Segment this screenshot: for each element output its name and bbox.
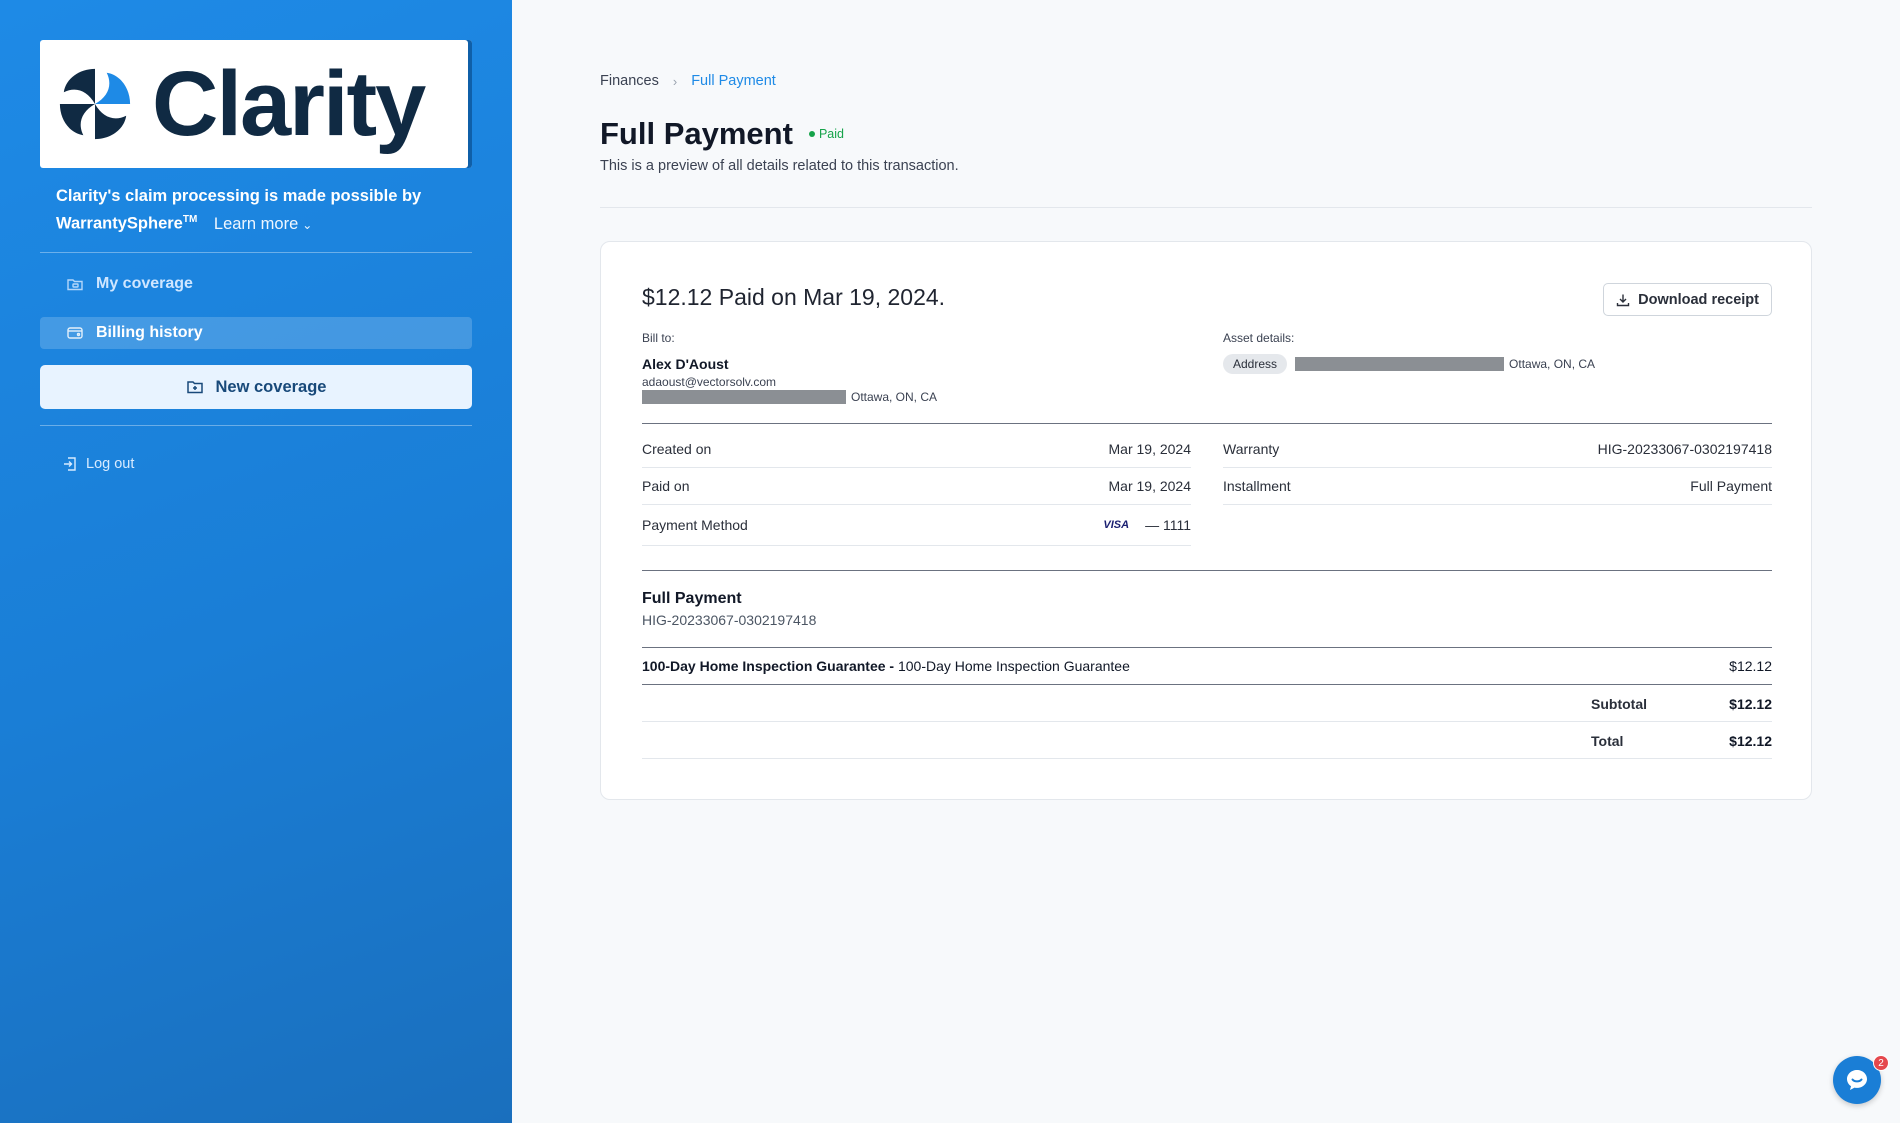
sidebar-item-label: My coverage [96, 275, 193, 292]
visa-card-icon: VISA [1103, 519, 1130, 531]
item-title: Full Payment [642, 590, 742, 607]
asset-details: Address Ottawa, ON, CA [1223, 354, 1595, 374]
sidebar-item-my-coverage[interactable]: My coverage [40, 268, 472, 300]
bill-to-address: Ottawa, ON, CA [642, 390, 937, 404]
logout-icon [64, 457, 76, 471]
bill-to-name: Alex D'Aoust [642, 356, 729, 372]
line-item-detail: 100-Day Home Inspection Guarantee [897, 657, 1130, 674]
detail-value: Mar 19, 2024 [1108, 478, 1192, 494]
page-subtitle: This is a preview of all details related… [600, 158, 959, 174]
bill-to-label: Bill to: [642, 331, 675, 345]
chevron-down-icon: ⌄ [302, 217, 313, 232]
total-label: Total [1591, 733, 1624, 749]
new-coverage-button[interactable]: New coverage [40, 365, 472, 409]
chevron-right-icon: › [672, 73, 678, 89]
brand-logo[interactable]: Clarity [40, 40, 472, 168]
asset-city: Ottawa, ON, CA [1509, 357, 1596, 371]
redacted-asset-address [1295, 357, 1505, 371]
detail-label: Payment Method [642, 517, 748, 533]
line-item-amount: $12.12 [1729, 657, 1772, 674]
line-item-description: 100-Day Home Inspection Guarantee - 100-… [642, 658, 1130, 674]
detail-value: Mar 19, 2024 [1108, 441, 1192, 457]
sidebar-item-label: Billing history [96, 324, 203, 341]
asset-details-label: Asset details: [1223, 331, 1295, 345]
detail-value: HIG-20233067-0302197418 [1597, 441, 1772, 457]
pinwheel-logo-icon [59, 68, 131, 140]
receipt-card: $12.12 Paid on Mar 19, 2024. Download re… [600, 241, 1812, 800]
download-receipt-button[interactable]: Download receipt [1603, 283, 1772, 316]
notification-badge: 2 [1873, 1055, 1889, 1071]
sidebar-divider [40, 252, 472, 253]
status-dot-icon [808, 131, 815, 137]
subtotal-label: Subtotal [1591, 696, 1647, 712]
line-item: 100-Day Home Inspection Guarantee - 100-… [642, 647, 1772, 684]
sponsor-tagline: Clarity's claim processing is made possi… [56, 184, 456, 237]
learn-more-link[interactable]: Learn more ⌄ [214, 215, 312, 233]
detail-warranty: Warranty HIG-20233067-0302197418 [1223, 431, 1772, 468]
subtotal-row: Subtotal $12.12 [642, 685, 1772, 722]
bill-to-city: Ottawa, ON, CA [851, 390, 938, 404]
status-badge: Paid [808, 127, 844, 141]
download-icon [1616, 294, 1630, 306]
detail-paid-on: Paid on Mar 19, 2024 [642, 468, 1191, 505]
receipt-headline: $12.12 Paid on Mar 19, 2024. [642, 284, 946, 310]
redacted-street [642, 390, 846, 404]
status-label: Paid [818, 127, 844, 141]
line-item-name: 100-Day Home Inspection Guarantee - [642, 657, 895, 674]
asset-type-chip: Address [1223, 354, 1288, 374]
chat-icon [1847, 1070, 1867, 1090]
folder-plus-icon [186, 381, 203, 394]
download-receipt-label: Download receipt [1638, 291, 1759, 308]
items-divider [642, 570, 1772, 571]
subtotal-value: $12.12 [1729, 696, 1772, 712]
total-value: $12.12 [1729, 733, 1772, 749]
detail-label: Installment [1223, 478, 1291, 494]
details-divider [642, 423, 1772, 424]
logout-link[interactable]: Log out [62, 456, 134, 472]
sidebar-item-billing-history[interactable]: Billing history [40, 317, 472, 349]
detail-label: Paid on [642, 478, 690, 494]
new-coverage-label: New coverage [215, 377, 327, 396]
breadcrumb-current[interactable]: Full Payment [691, 73, 776, 89]
header-divider [600, 207, 1812, 208]
detail-label: Created on [642, 441, 712, 457]
breadcrumb-finances[interactable]: Finances [600, 73, 659, 89]
total-row: Total $12.12 [642, 722, 1772, 759]
sidebar: Clarity Clarity's claim processing is ma… [0, 0, 512, 1123]
detail-label: Warranty [1223, 441, 1280, 457]
card-last4: — 1111 [1145, 517, 1191, 533]
learn-more-label: Learn more [213, 214, 299, 233]
payment-method-value: VISA — 1111 [1097, 517, 1191, 533]
folder-icon [67, 279, 83, 291]
detail-created-on: Created on Mar 19, 2024 [642, 431, 1191, 468]
logo-wordmark: Clarity [152, 53, 426, 155]
breadcrumb: Finances › Full Payment [600, 73, 776, 89]
detail-payment-method: Payment Method VISA — 1111 [642, 505, 1191, 546]
page-title: Full Payment Paid [600, 116, 844, 152]
wallet-icon [67, 327, 83, 339]
item-reference: HIG-20233067-0302197418 [642, 612, 817, 628]
trademark-mark: TM [182, 214, 198, 225]
sidebar-divider [40, 425, 472, 426]
logout-label: Log out [86, 456, 135, 472]
detail-value: Full Payment [1690, 478, 1772, 494]
bill-to-email: adaoust@vectorsolv.com [642, 375, 777, 389]
detail-installment: Installment Full Payment [1223, 468, 1772, 505]
page-title-text: Full Payment [600, 116, 793, 151]
